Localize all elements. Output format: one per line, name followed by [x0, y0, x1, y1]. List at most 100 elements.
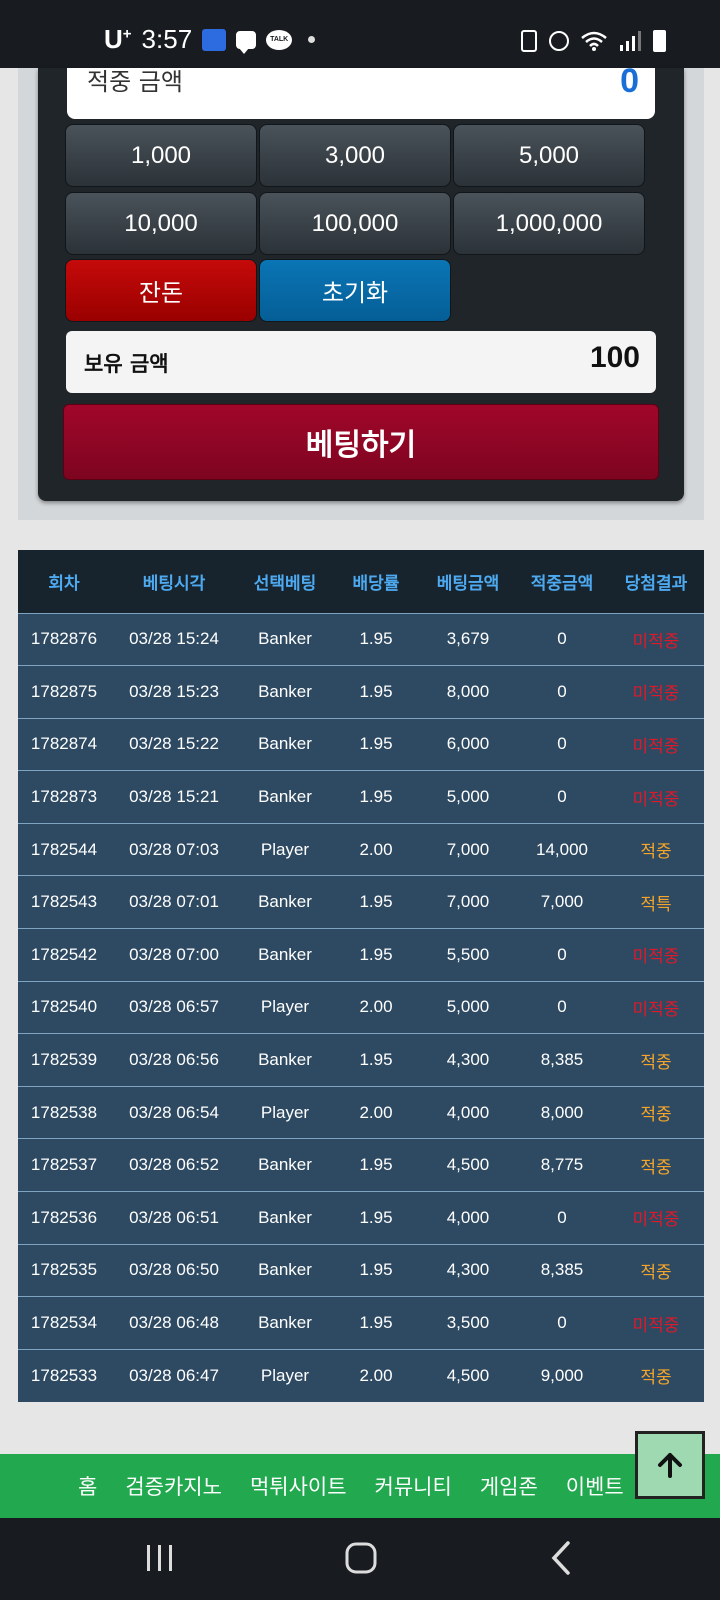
table-cell-win: 0 [557, 997, 567, 1017]
table-cell-result: 미적중 [632, 1315, 680, 1335]
table-cell-result: 적중 [640, 1105, 672, 1125]
change-button[interactable]: 잔돈 [65, 259, 257, 322]
notification-dot-icon [308, 36, 316, 43]
back-icon[interactable] [542, 1538, 582, 1578]
table-cell-round: 1782542 [30, 944, 98, 964]
table-cell-pick: Banker [258, 787, 312, 807]
table-cell-win: 0 [557, 944, 567, 964]
table-cell-odds: 1.95 [359, 1207, 393, 1227]
scroll-to-top-button[interactable] [635, 1431, 705, 1499]
table-cell-win: 0 [557, 787, 567, 807]
table-cell-pick: Banker [258, 944, 312, 964]
alarm-icon [549, 31, 569, 51]
table-cell-time: 03/28 06:54 [129, 1102, 219, 1122]
table-cell-time: 03/28 07:03 [129, 839, 219, 859]
table-cell-round: 1782533 [30, 1365, 98, 1385]
table-cell-pick: Player [260, 839, 310, 859]
table-cell-time: 03/28 15:24 [129, 629, 219, 649]
table-row: 1782536 03/28 06:51 Banker 1.95 4,000 0 미적중 [18, 1191, 704, 1245]
nav-item-home[interactable]: 홈 [78, 1471, 97, 1501]
table-cell-win: 14,000 [536, 839, 588, 859]
table-cell-result: 적중 [640, 1052, 672, 1072]
table-cell-round: 1782876 [30, 629, 98, 649]
table-cell-win: 0 [557, 734, 567, 754]
table-cell-odds: 1.95 [359, 1260, 393, 1280]
table-row: 1782874 03/28 15:22 Banker 1.95 6,000 0 미적중 [18, 718, 704, 771]
amount-button-100000[interactable]: 100,000 [259, 192, 451, 255]
table-cell-round: 1782534 [30, 1313, 98, 1333]
table-cell-round: 1782535 [30, 1260, 98, 1280]
amount-button-1000[interactable]: 1,000 [65, 124, 257, 187]
table-cell-pick: Banker [258, 1050, 312, 1070]
table-cell-pick: Player [260, 1102, 310, 1122]
column-header: 적중금액 [530, 573, 594, 594]
recycle-icon [521, 30, 537, 52]
table-cell-odds: 1.95 [359, 734, 393, 754]
table-cell-pick: Banker [258, 734, 312, 754]
nav-item-scam-sites[interactable]: 먹튀사이트 [250, 1471, 347, 1501]
nav-item-verified-casino[interactable]: 검증카지노 [125, 1471, 222, 1501]
table-row: 1782539 03/28 06:56 Banker 1.95 4,300 8,385 적중 [18, 1033, 704, 1087]
table-cell-result: 미적중 [632, 1210, 680, 1230]
table-cell-round: 1782539 [30, 1050, 98, 1070]
home-icon[interactable] [341, 1538, 381, 1578]
table-cell-win: 8,385 [540, 1050, 584, 1070]
table-cell-bet: 3,679 [446, 629, 490, 649]
table-cell-result: 적중 [640, 1368, 672, 1388]
table-cell-bet: 3,500 [446, 1313, 490, 1333]
table-cell-result: 적특 [640, 894, 672, 914]
table-cell-odds: 1.95 [359, 629, 393, 649]
table-cell-pick: Banker [258, 1313, 312, 1333]
nav-item-game-zone[interactable]: 게임존 [480, 1471, 538, 1501]
column-header: 베팅시각 [142, 573, 206, 594]
table-cell-odds: 2.00 [359, 1102, 393, 1122]
amount-button-1000000[interactable]: 1,000,000 [453, 192, 645, 255]
table-cell-time: 03/28 07:00 [129, 944, 219, 964]
table-cell-bet: 4,000 [446, 1102, 490, 1122]
table-cell-pick: Banker [258, 681, 312, 701]
android-navigation-bar [0, 1518, 720, 1600]
amount-button-10000[interactable]: 10,000 [65, 192, 257, 255]
table-cell-time: 03/28 06:56 [129, 1050, 219, 1070]
place-bet-button[interactable]: 베팅하기 [63, 404, 659, 480]
table-cell-time: 03/28 15:23 [129, 681, 219, 701]
table-cell-odds: 1.95 [359, 1313, 393, 1333]
battery-icon [653, 30, 666, 52]
betting-panel: 적중 금액 0 1,000 3,000 5,000 10,000 100,000… [38, 62, 684, 501]
table-cell-pick: Player [260, 997, 310, 1017]
table-cell-time: 03/28 06:50 [129, 1260, 219, 1280]
table-cell-time: 03/28 06:51 [129, 1207, 219, 1227]
table-cell-time: 03/28 15:22 [129, 734, 219, 754]
table-cell-round: 1782544 [30, 839, 98, 859]
table-cell-win: 0 [557, 1313, 567, 1333]
table-cell-bet: 4,500 [446, 1365, 490, 1385]
table-cell-pick: Banker [258, 1207, 312, 1227]
table-cell-bet: 4,000 [446, 1207, 490, 1227]
table-cell-time: 03/28 06:52 [129, 1155, 219, 1175]
table-cell-bet: 4,300 [446, 1050, 490, 1070]
chat-bubble-icon [236, 30, 257, 54]
table-row: 1782544 03/28 07:03 Player 2.00 7,000 14,000 적… [18, 823, 704, 876]
table-cell-round: 1782873 [30, 787, 98, 807]
table-cell-win: 7,000 [540, 892, 584, 912]
table-cell-time: 03/28 06:57 [129, 997, 219, 1017]
table-cell-round: 1782537 [30, 1155, 98, 1175]
recent-apps-icon[interactable] [140, 1538, 180, 1578]
table-cell-bet: 7,000 [446, 839, 490, 859]
table-cell-result: 미적중 [632, 999, 680, 1019]
table-cell-odds: 1.95 [359, 1155, 393, 1175]
amount-button-3000[interactable]: 3,000 [259, 124, 451, 187]
table-row: 1782543 03/28 07:01 Banker 1.95 7,000 7,000 적특 [18, 875, 704, 929]
carrier-label: U+ [104, 24, 132, 54]
reset-button[interactable]: 초기화 [259, 259, 451, 322]
column-header: 베팅금액 [436, 573, 500, 594]
nav-item-event[interactable]: 이벤트 [566, 1471, 624, 1501]
amount-button-5000[interactable]: 5,000 [453, 124, 645, 187]
table-cell-odds: 1.95 [359, 787, 393, 807]
table-cell-pick: Banker [258, 1155, 312, 1175]
table-row: 1782542 03/28 07:00 Banker 1.95 5,500 0 미적중 [18, 928, 704, 982]
nav-item-community[interactable]: 커뮤니티 [375, 1471, 452, 1501]
table-cell-round: 1782540 [30, 997, 98, 1017]
kakaotalk-icon: TALK [266, 29, 293, 50]
table-cell-round: 1782538 [30, 1102, 98, 1122]
